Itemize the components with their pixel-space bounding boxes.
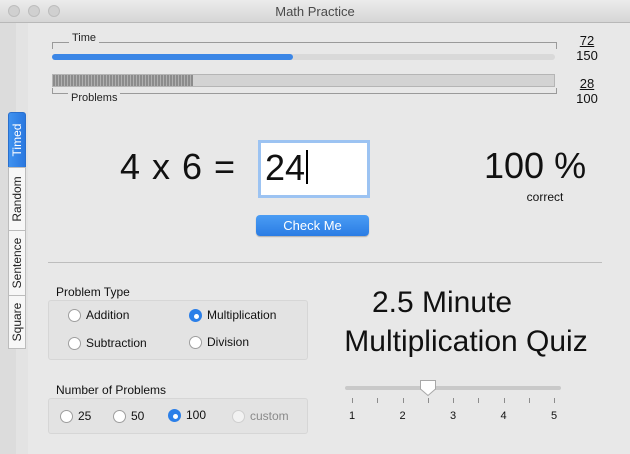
tab-timed-label: Timed [10,123,24,157]
problems-total: 100 [576,91,598,106]
section-divider [48,262,602,263]
score-label: correct [526,190,564,204]
radio-division[interactable]: Division [189,335,249,349]
slider-tick-label: 2 [399,410,406,422]
time-value: 72 [579,33,595,48]
radio-custom-label: custom [250,409,289,423]
slider-tick-label: 1 [348,410,356,422]
slider-tick-label: 3 [449,410,457,422]
tab-timed[interactable]: Timed [8,112,26,168]
check-me-button[interactable]: Check Me [256,215,369,236]
slider-tick [377,398,379,403]
radio-addition-label: Addition [86,308,130,322]
problem-text: 4 x 6 = [120,146,237,187]
time-progress-bar [52,54,555,60]
tab-sentence[interactable]: Sentence [8,230,26,296]
radio-50-dot [113,409,126,423]
slider-tick [427,398,429,403]
radio-addition[interactable]: Addition [68,308,129,322]
score-percent: 100 % [484,145,587,186]
slider-tick [402,398,404,403]
slider-tick [554,398,555,403]
radio-100[interactable]: 100 [168,408,206,422]
tab-square-label: Square [10,302,24,342]
time-progress-fill [52,54,294,60]
problem-type-title: Problem Type [56,285,130,299]
window-title: Math Practice [275,4,355,19]
slider-tick [503,398,505,403]
radio-addition-dot [68,308,81,322]
slider-tick [528,398,530,403]
problems-progress-bar [52,74,555,87]
radio-subtraction[interactable]: Subtraction [68,336,147,350]
radio-50[interactable]: 50 [113,409,144,423]
time-label: Time [69,32,100,44]
slider-tick-label: 4 [500,410,507,422]
radio-subtraction-label: Subtraction [86,336,147,350]
radio-division-dot [189,335,202,349]
radio-subtraction-dot [68,336,81,350]
time-fraction: 72 150 [572,33,602,63]
quiz-title-line2: Multiplication Quiz [344,325,588,358]
radio-25-label: 25 [78,409,92,423]
radio-50-label: 50 [131,409,145,423]
radio-multiplication-label: Multiplication [207,308,277,322]
num-problems-title: Number of Problems [56,383,167,397]
duration-slider-track[interactable] [345,386,561,390]
radio-multiplication[interactable]: Multiplication [189,308,276,322]
radio-100-dot [168,408,181,422]
quiz-title-line1: 2.5 Minute [371,286,513,319]
slider-tick [352,398,353,403]
problems-label: Problems [68,92,121,104]
radio-division-label: Division [207,335,250,349]
problems-progress-fill [53,75,194,86]
slider-tick-label: 5 [550,410,558,422]
time-total: 150 [576,48,598,63]
tab-random-label: Random [10,176,24,222]
text-caret [306,150,308,184]
answer-input[interactable]: 24 [258,140,370,198]
mode-tabs: Timed Random Sentence Square [8,112,26,349]
radio-25[interactable]: 25 [60,409,91,423]
title-bar: Math Practice [0,0,630,23]
problems-group-border [52,88,557,94]
time-group-border [52,42,557,49]
radio-25-dot [60,409,73,423]
radio-100-label: 100 [186,408,207,422]
problems-value: 28 [579,76,595,91]
radio-custom-dot [232,409,245,423]
tab-sentence-label: Sentence [10,237,24,289]
slider-tick [453,398,454,403]
radio-custom[interactable]: custom [232,409,289,423]
answer-value: 24 [265,147,306,188]
tab-square[interactable]: Square [8,295,26,349]
slider-tick [478,398,480,403]
radio-multiplication-dot [189,308,202,322]
problems-fraction: 28 100 [572,76,602,106]
tab-random[interactable]: Random [8,167,26,231]
duration-slider-thumb[interactable] [419,379,437,397]
